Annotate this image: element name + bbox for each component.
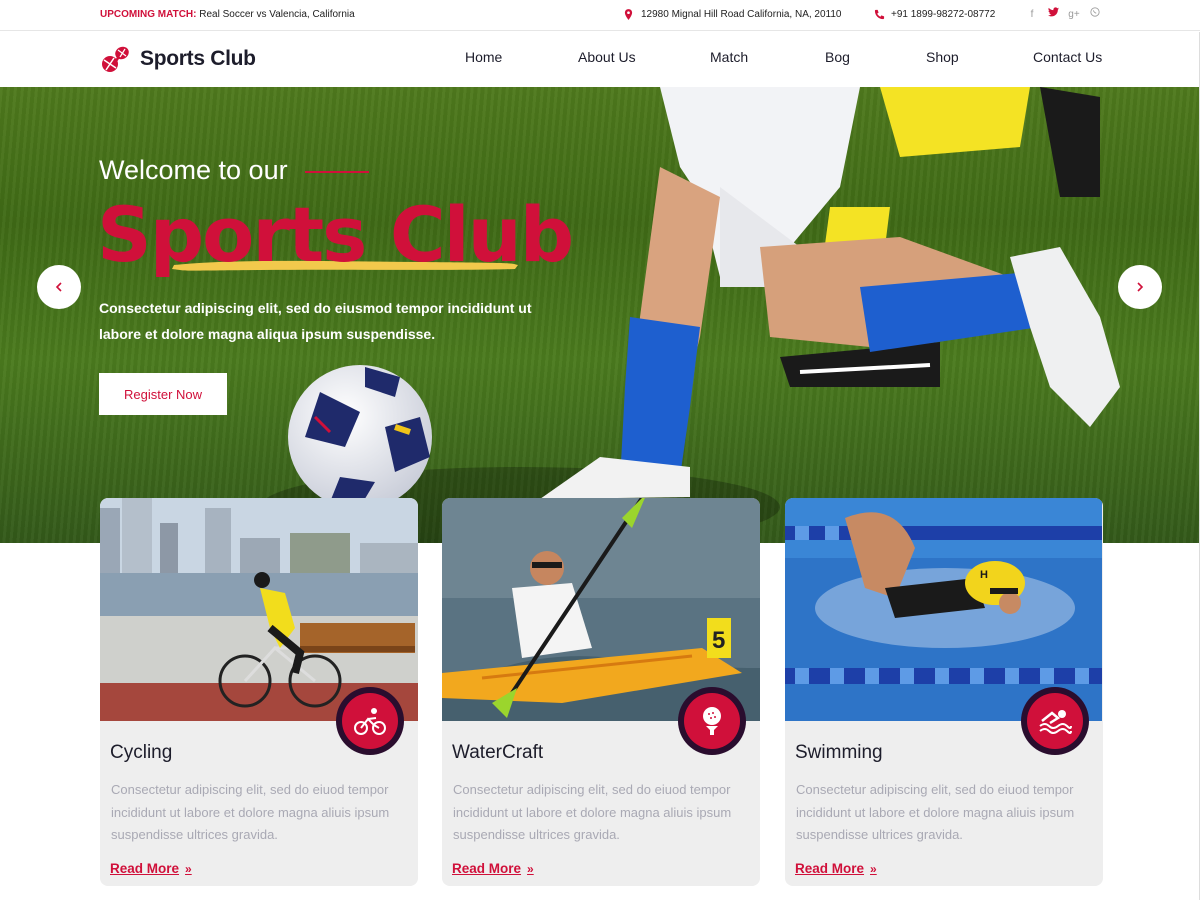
sport-card-cycling: Cycling Consectetur adipiscing elit, sed… [100, 498, 418, 886]
sport-card-swimming: H Swimming Consectetur adipiscing elit, … [785, 498, 1103, 886]
swimming-icon [1039, 710, 1072, 734]
read-more-label: Read More [452, 861, 522, 876]
golf-icon [703, 707, 721, 735]
swimming-badge [1021, 687, 1089, 755]
nav-contact-us[interactable]: Contact Us [1033, 49, 1102, 65]
hero-welcome: Welcome to our [99, 155, 288, 185]
read-more-label: Read More [795, 861, 865, 876]
read-more-link[interactable]: Read More » [110, 861, 192, 876]
upcoming-match-label: UPCOMING MATCH: [100, 9, 197, 20]
social-links: f g+ [1026, 7, 1101, 22]
card-title: WaterCraft [452, 742, 544, 763]
site-header: Sports Club Home About Us Match Bog Shop… [0, 32, 1200, 87]
double-chevron-right-icon: » [870, 861, 877, 876]
upcoming-match-text: Real Soccer vs Valencia, California [199, 9, 355, 20]
hero-title: Sports Club [97, 190, 574, 279]
slider-next-button[interactable] [1118, 265, 1162, 309]
phone[interactable]: +91 1899-98272-08772 [874, 9, 995, 20]
address-text: 12980 Mignal Hill Road California, NA, 2… [641, 9, 842, 20]
nav-about-us[interactable]: About Us [578, 49, 636, 65]
read-more-label: Read More [110, 861, 180, 876]
nav-blog[interactable]: Bog [825, 49, 850, 65]
watercraft-badge [678, 687, 746, 755]
card-description: Consectetur adipiscing elit, sed do eiuo… [796, 782, 1075, 842]
card-description: Consectetur adipiscing elit, sed do eiuo… [111, 782, 390, 842]
cycling-icon [354, 708, 386, 735]
twitter-icon[interactable] [1047, 7, 1059, 22]
double-chevron-right-icon: » [185, 861, 192, 876]
phone-icon [874, 9, 885, 20]
card-title: Swimming [795, 742, 883, 763]
welcome-divider [305, 171, 369, 173]
chevron-right-icon [1137, 282, 1144, 292]
hero-slider: Welcome to our Sports Club Consectetur a… [0, 87, 1200, 543]
read-more-link[interactable]: Read More » [452, 861, 534, 876]
facebook-icon[interactable]: f [1026, 8, 1038, 22]
address: 12980 Mignal Hill Road California, NA, 2… [624, 9, 841, 20]
upcoming-match: UPCOMING MATCH: Real Soccer vs Valencia,… [100, 9, 355, 20]
double-chevron-right-icon: » [527, 861, 534, 876]
main-nav: Home About Us Match Bog Shop Contact Us [0, 49, 1200, 69]
card-title: Cycling [110, 742, 173, 763]
location-pin-icon [624, 9, 633, 20]
svg-text:H: H [980, 569, 988, 581]
cycling-badge [336, 687, 404, 755]
nav-shop[interactable]: Shop [926, 49, 959, 65]
sport-card-watercraft: 5 WaterCraft Consectetur adipiscing elit… [442, 498, 760, 886]
slider-prev-button[interactable] [37, 265, 81, 309]
register-now-button[interactable]: Register Now [99, 373, 227, 415]
phone-text: +91 1899-98272-08772 [891, 9, 996, 20]
svg-text:5: 5 [712, 627, 725, 654]
nav-match[interactable]: Match [710, 49, 748, 65]
google-plus-icon[interactable]: g+ [1068, 8, 1080, 22]
top-bar: UPCOMING MATCH: Real Soccer vs Valencia,… [0, 0, 1200, 31]
hero-description: Consectetur adipiscing elit, sed do eius… [99, 300, 532, 342]
whatsapp-icon[interactable] [1089, 7, 1101, 22]
chevron-left-icon [55, 282, 62, 292]
card-description: Consectetur adipiscing elit, sed do eiuo… [453, 782, 732, 842]
nav-home[interactable]: Home [465, 49, 502, 65]
read-more-link[interactable]: Read More » [795, 861, 877, 876]
